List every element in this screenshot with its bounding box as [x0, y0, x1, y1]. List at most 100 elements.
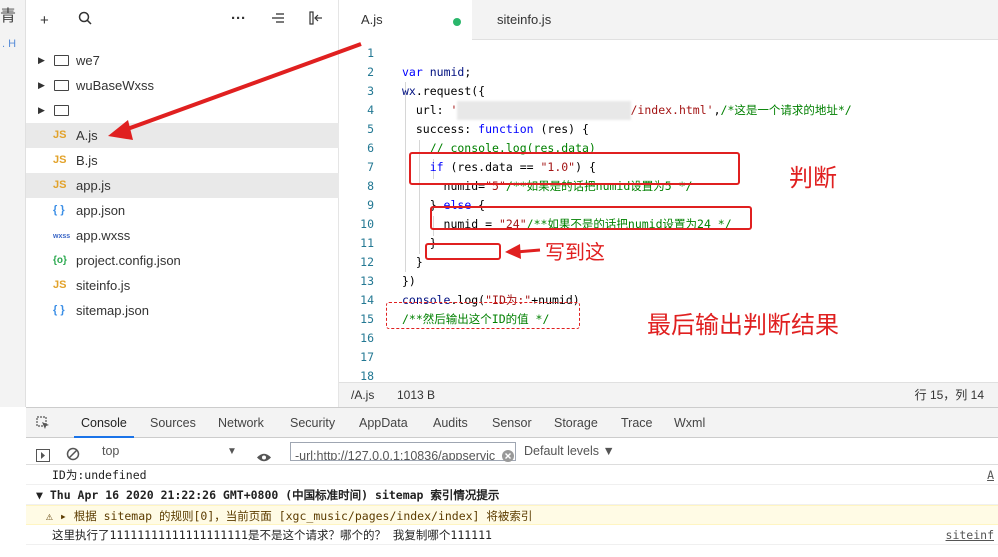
console-source-link[interactable]: A — [987, 465, 994, 485]
js-file-icon: JS — [53, 154, 67, 166]
code-line-13: }) — [402, 274, 416, 288]
file-siteinfo-js[interactable]: JS siteinfo.js — [26, 273, 339, 298]
folder-wubasewxss[interactable]: ▶ wuBaseWxss — [26, 73, 339, 98]
tab-storage[interactable]: Storage — [554, 408, 598, 438]
tab-a-js[interactable]: A.js — [339, 0, 472, 40]
tab-security[interactable]: Security — [290, 408, 335, 438]
line-number: 9 — [367, 198, 374, 212]
annotation-box-write-here — [425, 243, 501, 260]
caret-right-icon: ▶ — [38, 105, 45, 115]
status-cursor-position[interactable]: 行 15，列 14 — [915, 383, 984, 408]
annotation-box-judge — [409, 152, 740, 185]
tree-item-label: we7 — [76, 53, 100, 68]
folder-icon — [54, 105, 69, 116]
tab-console[interactable]: Console — [74, 408, 134, 438]
tree-item-label: app.json — [76, 203, 126, 218]
file-app-wxss[interactable]: wxss app.wxss — [26, 223, 339, 248]
config-file-icon: {o} — [53, 255, 67, 266]
context-dropdown-icon[interactable]: ▼ — [227, 438, 237, 465]
tree-item-label: B.js — [76, 153, 98, 168]
line-number: 14 — [360, 293, 374, 307]
tree-item-label: project.config.json — [76, 253, 181, 268]
status-path: /A.js — [351, 388, 375, 402]
file-app-json[interactable]: { } app.json — [26, 198, 339, 223]
line-number: 5 — [367, 122, 374, 136]
js-file-icon: JS — [53, 279, 67, 291]
line-number: 18 — [360, 369, 374, 382]
line-number: 12 — [360, 255, 374, 269]
folder-we7[interactable]: ▶ we7 — [26, 48, 339, 73]
folder-hidden[interactable]: ▶ — [26, 98, 339, 123]
file-sitemap-json[interactable]: { } sitemap.json — [26, 298, 339, 323]
annotation-final: 最后输出判断结果 — [647, 311, 839, 339]
inspect-element-icon[interactable] — [36, 416, 50, 433]
file-b-js[interactable]: JS B.js — [26, 148, 339, 173]
console-message: ID为:undefined A — [26, 465, 998, 485]
status-file-size: 1013 B — [397, 388, 436, 402]
file-explorer: + ··· ▶ we7 ▶ wuBaseWxss ▶ JS A.js JS B.… — [26, 0, 339, 407]
filter-value: -url:http://127.0.0.1:10836/appservic — [295, 449, 496, 461]
devtools-panel: Console Sources Network Security AppData… — [26, 407, 998, 557]
log-levels-dropdown[interactable]: Default levels ▼ — [524, 438, 615, 465]
file-project-config[interactable]: {o} project.config.json — [26, 248, 339, 273]
line-number: 3 — [367, 84, 374, 98]
console-message-text: ⚠ ▸ 根据 sitemap 的规则[0]，当前页面 [xgc_music/pa… — [46, 509, 533, 523]
json-file-icon: { } — [53, 204, 65, 216]
json-file-icon: { } — [53, 304, 65, 316]
tree-item-label: A.js — [76, 128, 98, 143]
console-toolbar: top ▼ -url:http://127.0.0.1:10836/appser… — [26, 438, 998, 465]
console-warning[interactable]: ⚠ ▸ 根据 sitemap 的规则[0]，当前页面 [xgc_music/pa… — [26, 505, 998, 525]
line-number: 17 — [360, 350, 374, 364]
annotation-judge: 判断 — [789, 164, 837, 192]
code-line-12: } — [402, 255, 423, 269]
js-file-icon: JS — [53, 179, 67, 191]
wxss-file-icon: wxss — [53, 233, 71, 240]
collapse-icon[interactable] — [309, 11, 323, 29]
line-number: 8 — [367, 179, 374, 193]
tab-siteinfo-js[interactable]: siteinfo.js — [472, 0, 592, 40]
tab-appdata[interactable]: AppData — [359, 408, 408, 438]
tab-label: siteinfo.js — [497, 12, 552, 27]
tab-audits[interactable]: Audits — [433, 408, 468, 438]
tab-wxml[interactable]: Wxml — [674, 408, 705, 438]
more-icon[interactable]: ··· — [231, 10, 246, 27]
line-number: 6 — [367, 141, 374, 155]
tab-sources[interactable]: Sources — [150, 408, 196, 438]
code-line-3: wx.request({ — [402, 84, 486, 98]
sidebar-glyph: 青 — [0, 8, 17, 25]
tab-sensor[interactable]: Sensor — [492, 408, 532, 438]
line-number: 15 — [360, 312, 374, 326]
context-select[interactable]: top — [102, 438, 119, 465]
modified-dot-icon — [453, 18, 461, 26]
annotation-box-output — [386, 302, 580, 329]
sort-icon[interactable] — [271, 11, 285, 29]
code-line-4: url: 'https://xxxxxxxxxxxxxxxxx/index.ht… — [402, 101, 852, 120]
caret-right-icon: ▶ — [38, 55, 45, 65]
annotation-write-here: 写到这 — [545, 240, 605, 264]
annotation-box-else — [430, 206, 752, 230]
file-a-js[interactable]: JS A.js — [26, 123, 339, 148]
line-number: 4 — [367, 103, 374, 117]
tree-item-label: siteinfo.js — [76, 278, 131, 293]
console-output: ID为:undefined A ▼ Thu Apr 16 2020 21:22:… — [26, 465, 998, 545]
add-icon[interactable]: + — [40, 12, 49, 29]
console-group-header[interactable]: ▼ Thu Apr 16 2020 21:22:26 GMT+0800 (中国标… — [26, 485, 998, 505]
console-filter-input[interactable]: -url:http://127.0.0.1:10836/appservic — [290, 442, 516, 461]
search-icon[interactable] — [78, 11, 92, 29]
file-app-js[interactable]: JS app.js — [26, 173, 339, 198]
tree-item-label: wuBaseWxss — [76, 78, 155, 93]
tab-trace[interactable]: Trace — [621, 408, 653, 438]
file-tree: ▶ we7 ▶ wuBaseWxss ▶ JS A.js JS B.js JS … — [26, 48, 339, 323]
editor-tab-bar: A.js siteinfo.js — [339, 0, 998, 40]
tab-label: A.js — [361, 12, 383, 27]
line-number: 11 — [360, 236, 374, 250]
line-number: 1 — [367, 46, 374, 60]
console-message-text: 这里执行了11111111111111111111是不是这个请求？哪个的？ 我复… — [52, 528, 492, 542]
tab-network[interactable]: Network — [218, 408, 264, 438]
devtools-tab-bar: Console Sources Network Security AppData… — [26, 408, 998, 438]
left-sidebar-strip: 青 . H — [0, 0, 26, 407]
line-number: 7 — [367, 160, 374, 174]
tree-item-label: sitemap.json — [76, 303, 149, 318]
console-source-link[interactable]: siteinf — [946, 525, 994, 545]
